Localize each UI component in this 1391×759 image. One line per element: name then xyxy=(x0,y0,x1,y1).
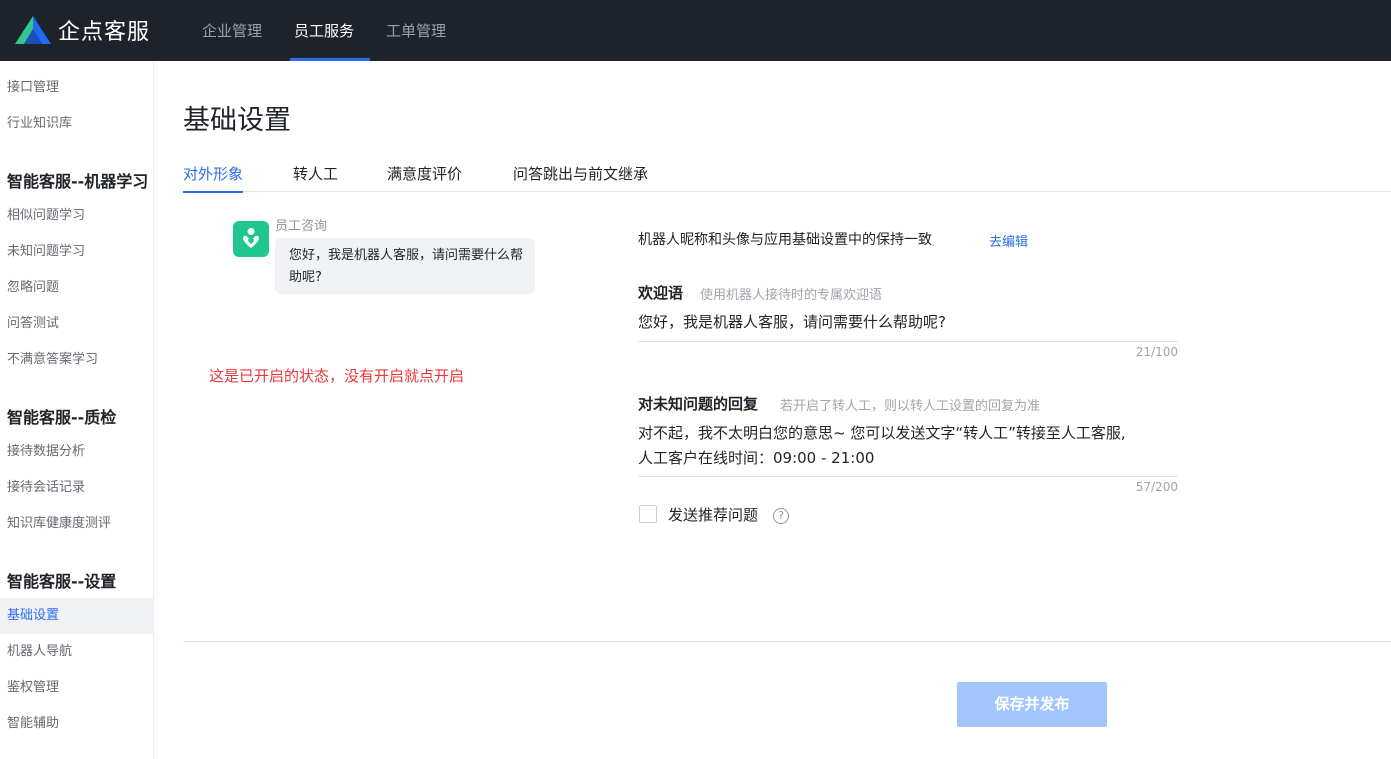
topnav-ticket-management[interactable]: 工单管理 xyxy=(370,0,462,61)
sidebar-item-kb-health[interactable]: 知识库健康度测评 xyxy=(0,506,153,542)
unknown-reply-counter: 57/200 xyxy=(1135,480,1178,494)
footer-divider xyxy=(183,641,1391,642)
page-title: 基础设置 xyxy=(183,105,291,136)
recommend-checkbox[interactable] xyxy=(639,505,657,523)
unknown-reply-label: 对未知问题的回复 xyxy=(638,395,759,413)
tab-qa-jump-context[interactable]: 问答跳出与前文继承 xyxy=(513,155,648,192)
sync-description: 机器人昵称和头像与应用基础设置中的保持一致 xyxy=(638,232,932,248)
robot-avatar-icon xyxy=(233,221,269,257)
welcome-counter: 21/100 xyxy=(1135,345,1178,359)
welcome-label: 欢迎语 xyxy=(638,284,684,302)
bot-name: 员工咨询 xyxy=(275,219,328,234)
annotation-note: 这是已开启的状态，没有开启就点开启 xyxy=(209,367,465,385)
sidebar: 接口管理 行业知识库 智能客服--机器学习 相似问题学习 未知问题学习 忽略问题… xyxy=(0,61,154,759)
sidebar-item-similar-question[interactable]: 相似问题学习 xyxy=(0,198,153,234)
brand[interactable]: 企点客服 xyxy=(14,13,150,47)
unknown-reply-hint: 若开启了转人工，则以转人工设置的回复为准 xyxy=(780,399,1041,414)
sidebar-group-quality-inspection: 智能客服--质检 xyxy=(7,408,117,427)
unknown-reply-line-2: 人工客户在线时间：09:00 - 21:00 xyxy=(638,449,875,467)
sidebar-item-industry-knowledge[interactable]: 行业知识库 xyxy=(0,106,153,142)
sidebar-group-machine-learning: 智能客服--机器学习 xyxy=(7,172,149,191)
heart-person-icon xyxy=(243,228,259,248)
unknown-reply-field[interactable]: 对不起，我不太明白您的意思~ 您可以发送文字“转人工”转接至人工客服, 人工客户… xyxy=(638,421,1178,477)
top-bar: 企点客服 企业管理 员工服务 工单管理 xyxy=(0,0,1391,61)
sidebar-item-auth-management[interactable]: 鉴权管理 xyxy=(0,670,153,706)
sidebar-item-unsatisfied-answer[interactable]: 不满意答案学习 xyxy=(0,342,153,378)
recommend-label[interactable]: 发送推荐问题 xyxy=(668,504,758,525)
topnav-enterprise-management[interactable]: 企业管理 xyxy=(186,0,278,61)
sidebar-item-reception-analytics[interactable]: 接待数据分析 xyxy=(0,434,153,470)
sidebar-item-basic-settings[interactable]: 基础设置 xyxy=(0,598,153,634)
sidebar-item-unknown-question[interactable]: 未知问题学习 xyxy=(0,234,153,270)
sidebar-item-session-records[interactable]: 接待会话记录 xyxy=(0,470,153,506)
sidebar-item-qa-test[interactable]: 问答测试 xyxy=(0,306,153,342)
welcome-hint: 使用机器人接待时的专属欢迎语 xyxy=(700,288,883,303)
unknown-reply-line-1: 对不起，我不太明白您的意思~ 您可以发送文字“转人工”转接至人工客服, xyxy=(638,424,1126,442)
settings-tabs: 对外形象 转人工 满意度评价 问答跳出与前文继承 xyxy=(183,155,1391,193)
tab-transfer-to-human[interactable]: 转人工 xyxy=(293,155,338,192)
topnav-employee-service[interactable]: 员工服务 xyxy=(278,0,371,61)
sidebar-item-robot-navigation[interactable]: 机器人导航 xyxy=(0,634,153,670)
sidebar-item-smart-assist[interactable]: 智能辅助 xyxy=(0,706,153,742)
sidebar-item-api-management[interactable]: 接口管理 xyxy=(0,70,153,106)
sidebar-item-ignored-question[interactable]: 忽略问题 xyxy=(0,270,153,306)
question-circle-icon[interactable]: ? xyxy=(773,508,789,524)
top-nav: 企业管理 员工服务 工单管理 xyxy=(186,0,462,61)
sidebar-group-settings: 智能客服--设置 xyxy=(7,572,117,591)
preview-chat-bubble: 您好，我是机器人客服，请问需要什么帮助呢? xyxy=(275,238,535,294)
save-and-publish-button[interactable]: 保存并发布 xyxy=(957,682,1107,727)
tab-external-image[interactable]: 对外形象 xyxy=(183,155,244,193)
qidian-logo-icon xyxy=(15,16,51,44)
tab-satisfaction-rating[interactable]: 满意度评价 xyxy=(387,155,462,192)
brand-name: 企点客服 xyxy=(58,20,151,45)
welcome-message-field[interactable]: 您好，我是机器人客服，请问需要什么帮助呢? xyxy=(638,310,1178,342)
edit-link[interactable]: 去编辑 xyxy=(989,231,1028,250)
